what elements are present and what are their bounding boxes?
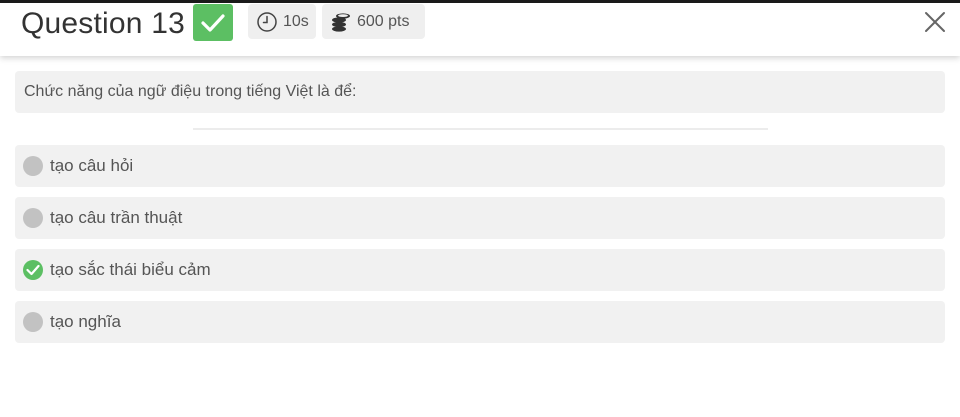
answer-option-2[interactable]: tạo câu trần thuật bbox=[15, 197, 945, 239]
points-pill: 600 pts bbox=[322, 4, 425, 39]
timer-pill: 10s bbox=[248, 4, 316, 39]
correct-status-badge bbox=[193, 4, 233, 41]
coins-icon bbox=[330, 11, 352, 33]
answer-option-label: tạo nghĩa bbox=[50, 312, 121, 331]
radio-unselected-icon bbox=[23, 156, 43, 176]
close-button[interactable] bbox=[922, 9, 948, 35]
question-number-title: Question 13 bbox=[21, 7, 185, 40]
answer-option-3[interactable]: tạo sắc thái biểu cảm bbox=[15, 249, 945, 291]
answer-option-4[interactable]: tạo nghĩa bbox=[15, 301, 945, 343]
question-text: Chức năng của ngữ điệu trong tiếng Việt … bbox=[24, 83, 357, 100]
radio-unselected-icon bbox=[23, 312, 43, 332]
radio-unselected-icon bbox=[23, 208, 43, 228]
answer-option-1[interactable]: tạo câu hỏi bbox=[15, 145, 945, 187]
question-header: Question 13 10s 600 pts bbox=[0, 3, 960, 56]
points-value: 600 pts bbox=[357, 12, 410, 30]
clock-icon bbox=[256, 11, 278, 33]
question-text-box: Chức năng của ngữ điệu trong tiếng Việt … bbox=[15, 71, 945, 113]
answer-option-label: tạo câu hỏi bbox=[50, 156, 134, 175]
check-circle-icon bbox=[23, 260, 43, 280]
close-icon bbox=[925, 12, 945, 32]
answer-option-label: tạo câu trần thuật bbox=[50, 208, 183, 227]
check-icon bbox=[201, 13, 225, 32]
divider bbox=[193, 128, 768, 130]
answer-option-label: tạo sắc thái biểu cảm bbox=[50, 260, 211, 279]
timer-value: 10s bbox=[283, 12, 309, 30]
